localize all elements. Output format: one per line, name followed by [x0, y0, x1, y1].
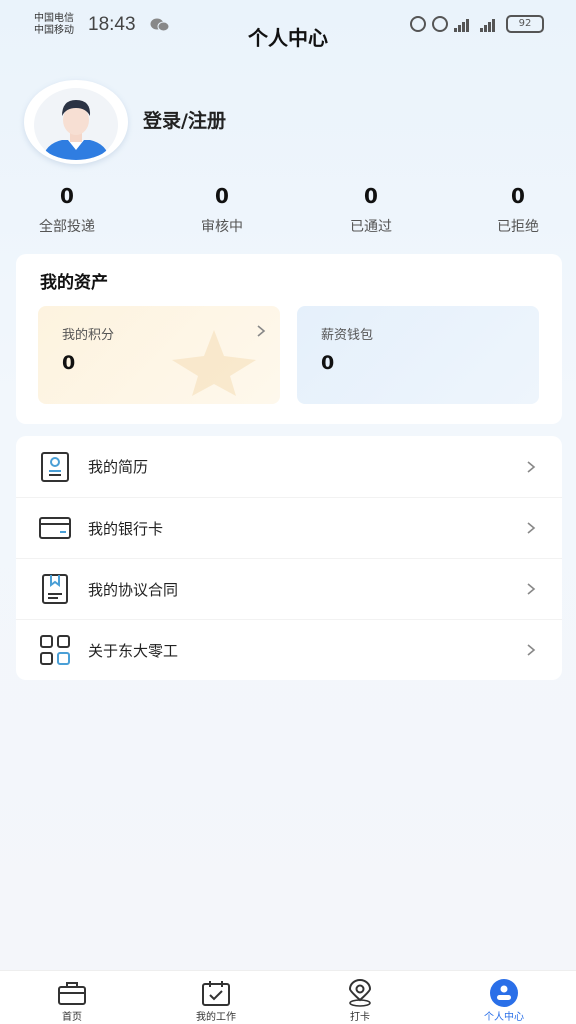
stat-value: 0 [511, 184, 525, 208]
wallet-card[interactable]: 薪资钱包 0 [297, 306, 539, 404]
page-title: 个人中心 [248, 26, 328, 50]
points-card[interactable]: 我的积分 0 [38, 306, 280, 404]
menu-label: 我的简历 [88, 458, 149, 476]
tab-check-in[interactable]: 打卡 [288, 971, 432, 1024]
menu-item-about[interactable]: 关于东大零工 [16, 619, 562, 680]
user-figure-icon [42, 100, 110, 160]
profile-icon [490, 979, 518, 1007]
points-value: 0 [62, 352, 76, 374]
contract-icon [42, 574, 68, 604]
wallet-value: 0 [321, 352, 335, 374]
star-decoration-icon [172, 330, 256, 396]
menu-card: 我的简历 我的银行卡 我的协议合同 关于东大零工 [16, 436, 562, 680]
stat-label: 已通过 [350, 219, 392, 235]
stat-value: 0 [60, 184, 74, 208]
tab-home[interactable]: 首页 [0, 971, 144, 1024]
tab-label: 首页 [62, 1012, 82, 1023]
tab-label: 打卡 [350, 1012, 370, 1023]
chevron-right-icon [257, 325, 266, 337]
stat-approved[interactable]: 0 已通过 [311, 184, 431, 236]
login-register-link[interactable]: 登录/注册 [143, 106, 226, 133]
stat-all-submissions[interactable]: 0 全部投递 [7, 184, 127, 236]
tab-profile[interactable]: 个人中心 [432, 971, 576, 1024]
menu-item-bank-card[interactable]: 我的银行卡 [16, 497, 562, 558]
stat-rejected[interactable]: 0 已拒绝 [458, 184, 576, 236]
assets-card: 我的资产 我的积分 0 薪资钱包 0 [16, 254, 562, 424]
menu-label: 关于东大零工 [88, 641, 179, 660]
chevron-right-icon [527, 522, 536, 534]
menu-item-resume[interactable]: 我的简历 [16, 436, 562, 497]
bottom-tab-bar: 首页 我的工作 打卡 个人中心 [0, 970, 576, 1024]
chevron-right-icon [527, 460, 536, 473]
location-pin-icon [348, 979, 372, 1007]
stat-label: 已拒绝 [497, 219, 539, 235]
chevron-right-icon [527, 644, 536, 656]
tab-label: 个人中心 [484, 1012, 524, 1023]
menu-label: 我的协议合同 [88, 580, 179, 599]
tab-label: 我的工作 [196, 1012, 236, 1023]
wallet-label: 薪资钱包 [321, 328, 374, 343]
avatar[interactable] [24, 80, 128, 164]
assets-title: 我的资产 [40, 273, 108, 293]
stat-value: 0 [364, 184, 378, 208]
stat-value: 0 [215, 184, 229, 208]
grid-apps-icon [40, 635, 70, 665]
tab-my-work[interactable]: 我的工作 [144, 971, 288, 1024]
stat-label: 审核中 [201, 219, 243, 235]
avatar-illustration [34, 88, 118, 160]
stat-under-review[interactable]: 0 审核中 [162, 184, 282, 236]
bank-card-icon [39, 517, 71, 539]
calendar-check-icon [202, 981, 230, 1006]
points-label: 我的积分 [62, 328, 115, 343]
menu-item-contract[interactable]: 我的协议合同 [16, 558, 562, 619]
briefcase-icon [58, 982, 86, 1005]
resume-icon [41, 451, 69, 482]
stat-label: 全部投递 [39, 219, 95, 235]
chevron-right-icon [527, 583, 536, 595]
menu-label: 我的银行卡 [88, 519, 164, 538]
